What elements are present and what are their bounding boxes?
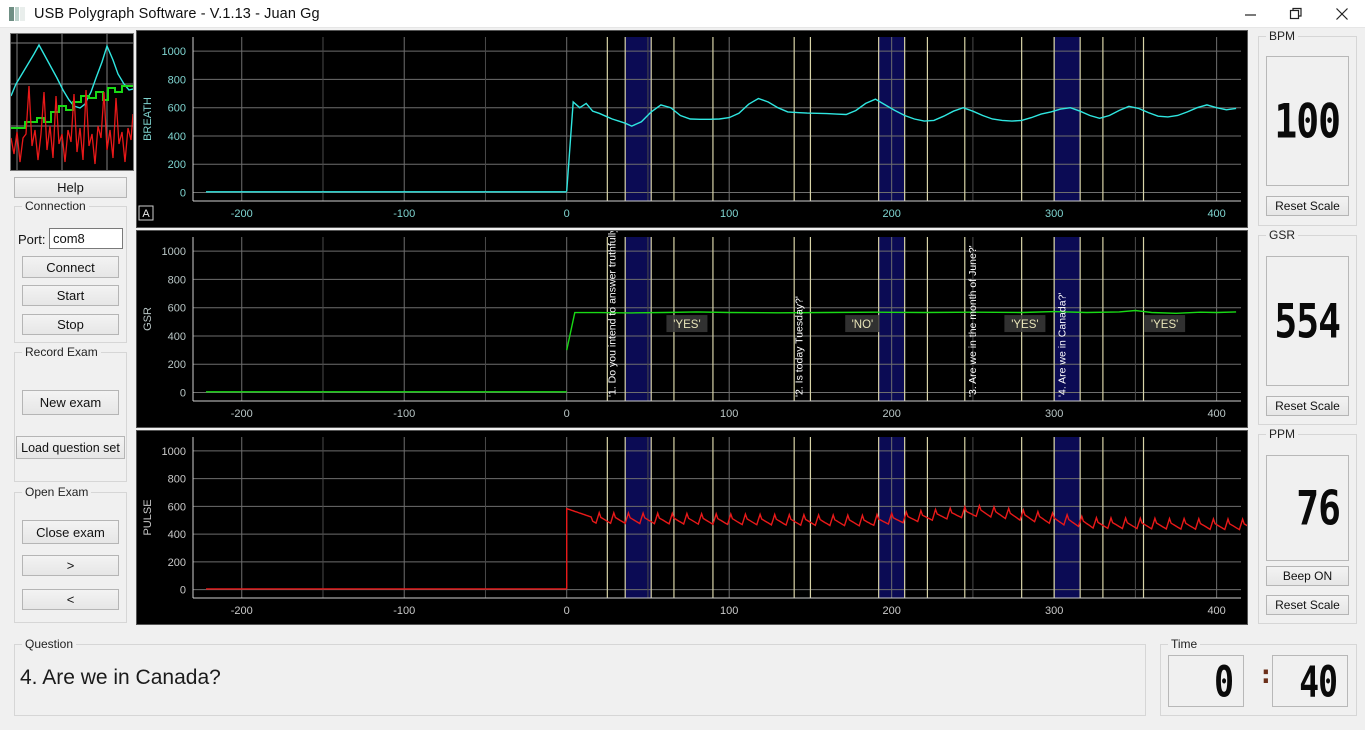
svg-text:200: 200 xyxy=(882,208,900,220)
bpm-legend: BPM xyxy=(1266,29,1298,43)
question-legend: Question xyxy=(22,637,76,651)
connect-button[interactable]: Connect xyxy=(22,256,119,278)
svg-text:'4. Are we in Canada?': '4. Are we in Canada?' xyxy=(1057,293,1069,397)
svg-text:-100: -100 xyxy=(393,208,415,220)
svg-text:200: 200 xyxy=(168,359,186,371)
time-minutes-value: 0 xyxy=(1214,656,1243,707)
time-minutes-display: 0 xyxy=(1168,655,1244,707)
time-seconds-value: 40 xyxy=(1299,656,1347,707)
maximize-restore-icon[interactable] xyxy=(1273,0,1319,28)
svg-text:200: 200 xyxy=(168,557,186,569)
svg-text:200: 200 xyxy=(168,159,186,171)
svg-text:0: 0 xyxy=(180,585,186,597)
svg-text:PULSE: PULSE xyxy=(142,499,154,535)
svg-text:400: 400 xyxy=(1207,605,1225,617)
ppm-display: 76 xyxy=(1266,455,1349,561)
close-exam-button[interactable]: Close exam xyxy=(22,520,119,544)
help-button[interactable]: Help xyxy=(14,177,127,198)
minimize-button[interactable] xyxy=(1227,0,1273,28)
bpm-reset-scale-button[interactable]: Reset Scale xyxy=(1266,196,1349,216)
time-legend: Time xyxy=(1168,637,1200,651)
svg-text:0: 0 xyxy=(564,208,570,220)
svg-text:200: 200 xyxy=(882,408,900,420)
svg-text:600: 600 xyxy=(168,501,186,513)
bpm-value: 100 xyxy=(1274,94,1348,149)
svg-text:100: 100 xyxy=(720,208,738,220)
svg-text:400: 400 xyxy=(1207,408,1225,420)
pulse-chart[interactable]: 0 200 400 600 800 1000 -200 -100 0 100 200 300 400 PU… xyxy=(136,430,1248,625)
svg-text:GSR: GSR xyxy=(142,307,154,331)
svg-text:800: 800 xyxy=(168,274,186,286)
svg-text:0: 0 xyxy=(564,408,570,420)
window-controls xyxy=(1227,0,1365,28)
svg-text:BREATH: BREATH xyxy=(142,97,154,141)
record-exam-legend: Record Exam xyxy=(22,345,101,359)
svg-text:100: 100 xyxy=(720,408,738,420)
svg-text:-200: -200 xyxy=(231,408,253,420)
svg-text:0: 0 xyxy=(564,605,570,617)
next-exam-button[interactable]: > xyxy=(22,555,119,576)
svg-text:'3. Are we in the month of Jun: '3. Are we in the month of June?' xyxy=(967,245,979,397)
port-input[interactable] xyxy=(49,228,123,249)
svg-text:400: 400 xyxy=(168,131,186,143)
svg-text:0: 0 xyxy=(180,388,186,400)
connection-legend: Connection xyxy=(22,199,89,213)
svg-text:600: 600 xyxy=(168,103,186,115)
svg-text:-200: -200 xyxy=(231,605,253,617)
gsr-value: 554 xyxy=(1274,294,1348,349)
title-bar: USB Polygraph Software - V.1.13 - Juan G… xyxy=(0,0,1365,28)
window-title: USB Polygraph Software - V.1.13 - Juan G… xyxy=(34,6,320,22)
bottom-strip xyxy=(0,722,1365,730)
svg-text:0: 0 xyxy=(180,188,186,200)
breath-chart[interactable]: 0 200 400 600 800 1000 -200 -100 0 100 200 300 400 BR… xyxy=(136,30,1248,228)
svg-text:600: 600 xyxy=(168,303,186,315)
app-icon xyxy=(9,7,25,21)
ppm-value: 76 xyxy=(1296,481,1348,536)
svg-text:'2. Is today Tuesday?': '2. Is today Tuesday?' xyxy=(793,296,805,397)
gsr-reset-scale-button[interactable]: Reset Scale xyxy=(1266,396,1349,416)
svg-text:A: A xyxy=(142,208,150,220)
svg-text:-100: -100 xyxy=(393,605,415,617)
gsr-display: 554 xyxy=(1266,256,1349,386)
svg-text:1000: 1000 xyxy=(162,446,186,458)
svg-text:100: 100 xyxy=(720,605,738,617)
port-label: Port: xyxy=(18,232,45,247)
beep-toggle-button[interactable]: Beep ON xyxy=(1266,566,1349,586)
current-question-text: 4. Are we in Canada? xyxy=(20,666,221,690)
svg-text:'YES': 'YES' xyxy=(1151,319,1178,331)
gsr-chart[interactable]: 0 200 400 600 800 1000 -200 -100 0 100 200 300 400 GS… xyxy=(136,230,1248,428)
svg-text:200: 200 xyxy=(882,605,900,617)
overview-thumbnail[interactable] xyxy=(10,33,134,171)
record-exam-group: Record Exam xyxy=(14,352,127,482)
svg-text:-200: -200 xyxy=(231,208,253,220)
svg-text:800: 800 xyxy=(168,474,186,486)
svg-text:'YES': 'YES' xyxy=(673,319,700,331)
svg-text:'YES': 'YES' xyxy=(1011,319,1038,331)
svg-text:400: 400 xyxy=(1207,208,1225,220)
svg-text:800: 800 xyxy=(168,74,186,86)
svg-text:300: 300 xyxy=(1045,408,1063,420)
svg-text:1000: 1000 xyxy=(162,46,186,58)
stop-button[interactable]: Stop xyxy=(22,314,119,335)
svg-text:1000: 1000 xyxy=(162,246,186,258)
load-question-set-button[interactable]: Load question set xyxy=(16,436,125,459)
svg-text:400: 400 xyxy=(168,529,186,541)
ppm-reset-scale-button[interactable]: Reset Scale xyxy=(1266,595,1349,615)
close-button[interactable] xyxy=(1319,0,1365,28)
svg-text:-100: -100 xyxy=(393,408,415,420)
svg-text:300: 300 xyxy=(1045,605,1063,617)
svg-text:400: 400 xyxy=(168,331,186,343)
ppm-legend: PPM xyxy=(1266,427,1298,441)
svg-text:'NO': 'NO' xyxy=(852,319,874,331)
prev-exam-button[interactable]: < xyxy=(22,589,119,610)
time-seconds-display: 40 xyxy=(1272,655,1348,707)
start-button[interactable]: Start xyxy=(22,285,119,306)
open-exam-legend: Open Exam xyxy=(22,485,91,499)
bpm-display: 100 xyxy=(1266,56,1349,186)
new-exam-button[interactable]: New exam xyxy=(22,390,119,415)
svg-text:300: 300 xyxy=(1045,208,1063,220)
svg-text:'1. Do you intend to answer tr: '1. Do you intend to answer truthfully t… xyxy=(606,231,618,397)
gsr-legend: GSR xyxy=(1266,228,1298,242)
